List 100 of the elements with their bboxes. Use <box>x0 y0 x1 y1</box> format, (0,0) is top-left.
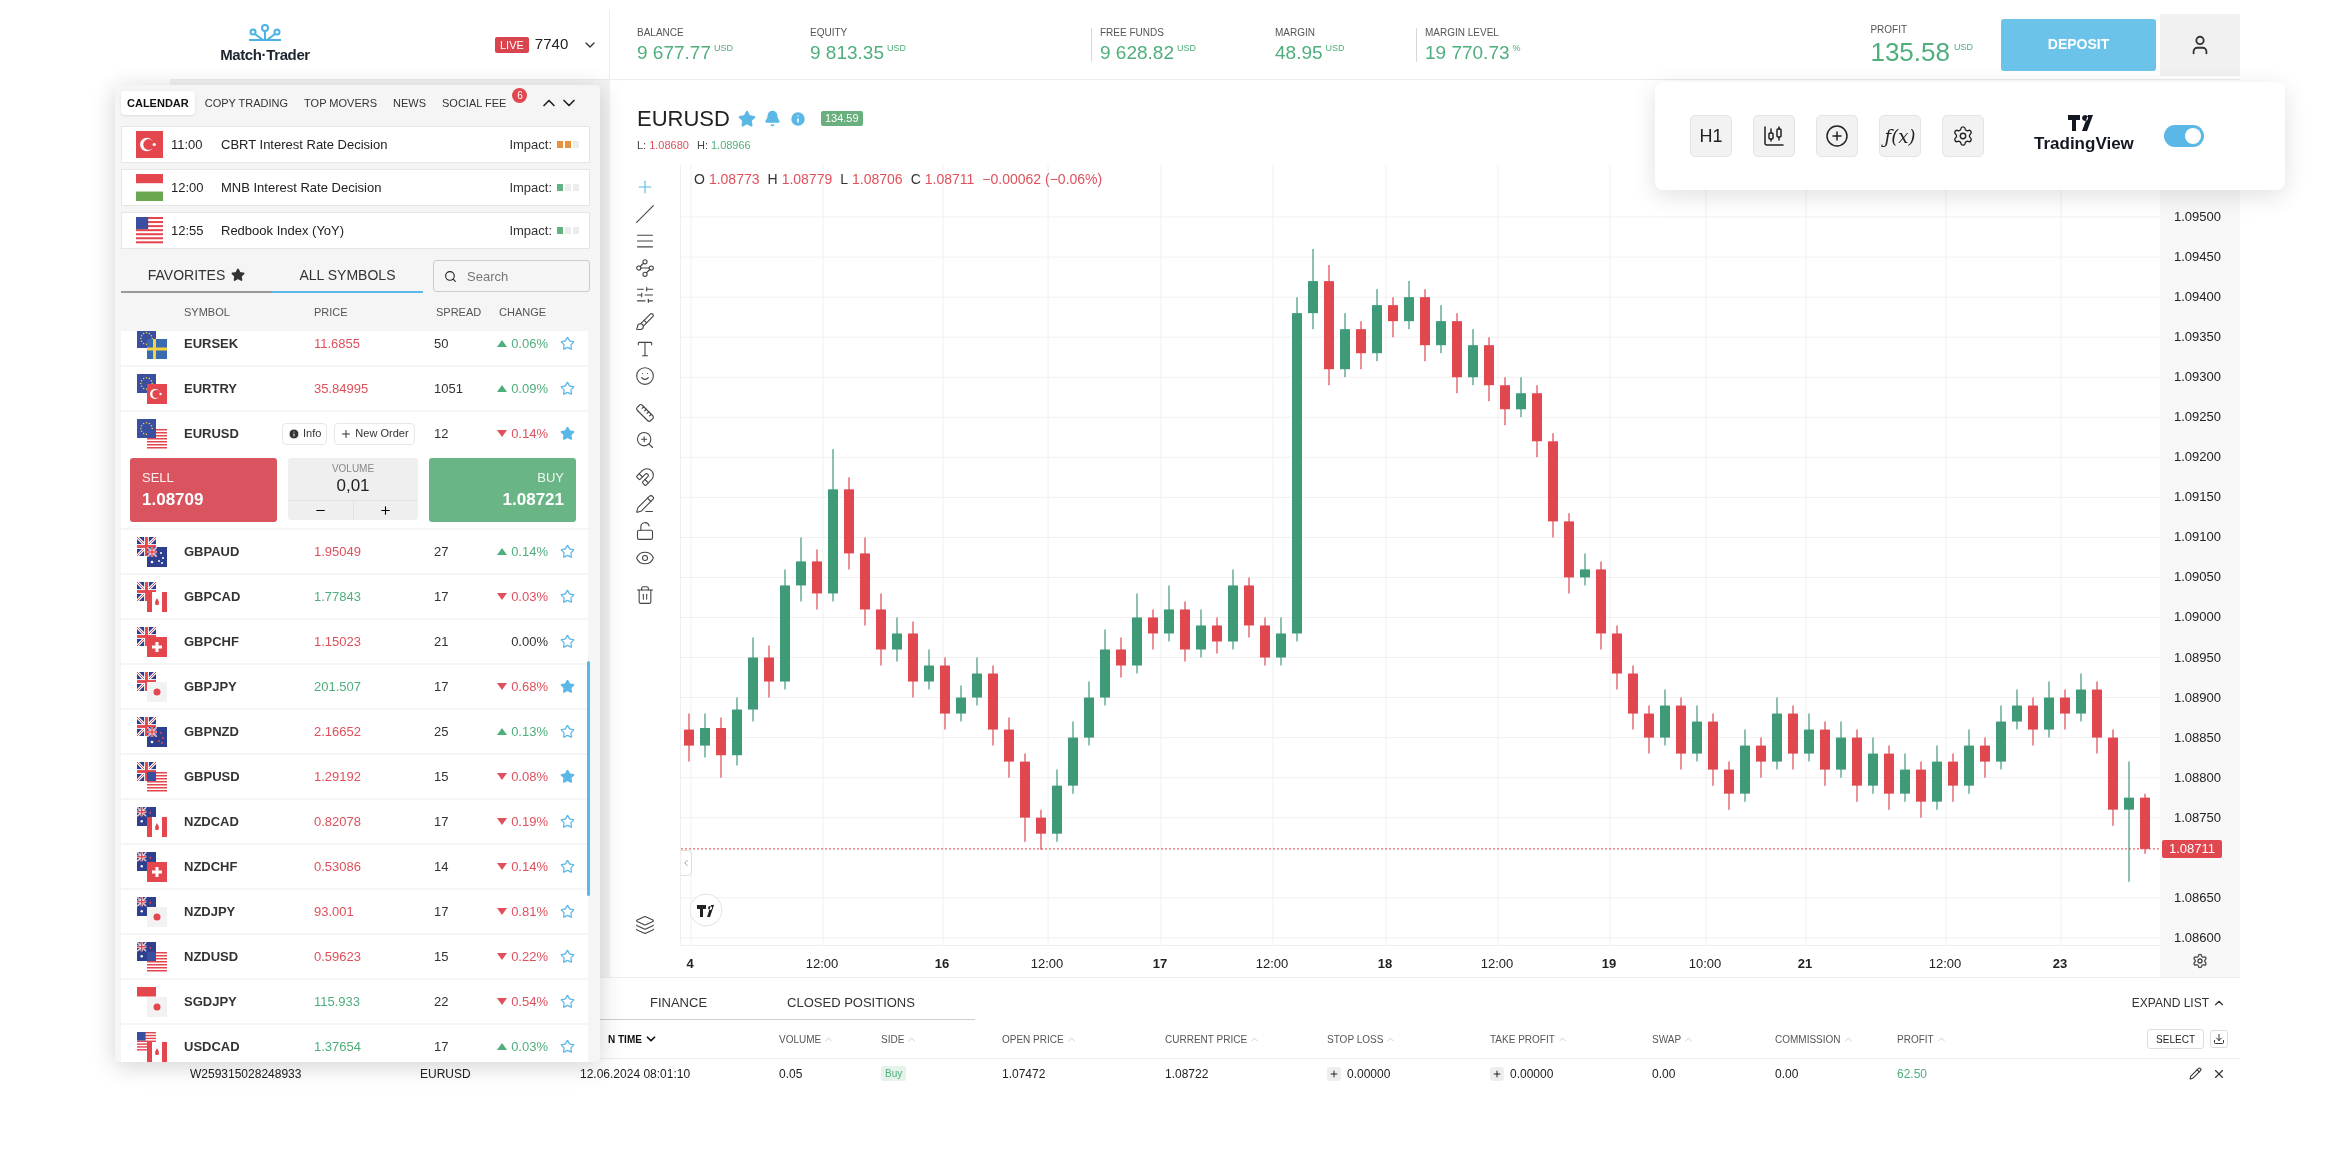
column-header[interactable]: SIDE <box>881 1031 905 1047</box>
symbol-row[interactable]: EURUSD Info New Order 12 0.14% SELL 1.08709 VOLUME 0,01 BUY 1.08721 <box>121 412 588 528</box>
symbol-spread: 17 <box>434 812 450 831</box>
lock-icon[interactable] <box>635 520 655 541</box>
ruler-icon[interactable] <box>635 402 655 423</box>
panel-tab[interactable]: SOCIAL FEE <box>436 91 513 115</box>
trash-icon[interactable] <box>635 584 655 605</box>
candle <box>1516 376 1526 418</box>
download-icon[interactable] <box>2210 1030 2228 1048</box>
symbol-row[interactable]: GBPCAD 1.77843 17 0.03% <box>121 575 588 618</box>
smiley-icon[interactable] <box>635 365 655 386</box>
brush-icon[interactable] <box>635 311 655 332</box>
symbol-row[interactable]: EURSEK 11.6855 50 0.06% <box>121 331 588 365</box>
star-icon[interactable] <box>737 109 756 128</box>
symbol-row[interactable]: NZDUSD 0.59623 15 0.22% <box>121 935 588 978</box>
magnet-icon[interactable] <box>635 466 655 487</box>
calendar-event[interactable]: 12:00 MNB Interest Rate Decision Impact: <box>121 169 590 206</box>
column-header[interactable]: TAKE PROFIT <box>1490 1031 1555 1047</box>
add-indicator-button[interactable] <box>1816 115 1858 157</box>
candle <box>972 656 982 707</box>
column-header[interactable]: COMMISSION <box>1775 1031 1841 1047</box>
position-time: 12.06.2024 08:01:10 <box>580 1065 692 1083</box>
candles-button[interactable] <box>1753 115 1795 157</box>
column-header[interactable]: N TIME <box>608 1031 642 1047</box>
favorite-star-icon[interactable] <box>560 336 575 351</box>
column-header: SYMBOL <box>184 304 231 320</box>
select-button[interactable]: SELECT <box>2147 1029 2204 1049</box>
sliders-icon[interactable] <box>635 284 655 305</box>
symbol-row[interactable]: GBPJPY 201.507 17 0.68% <box>121 665 588 708</box>
pencil-icon[interactable] <box>635 493 655 514</box>
candle <box>2028 696 2038 747</box>
column-header[interactable]: STOP LOSS <box>1327 1031 1384 1047</box>
edit-icon[interactable] <box>2189 1066 2202 1080</box>
panel-tab[interactable]: TOP MOVERS <box>298 91 384 115</box>
expand-list-button[interactable]: EXPAND LIST <box>2131 994 2226 1012</box>
new-order-button[interactable]: New Order <box>334 422 415 445</box>
time-tick: 12:00 <box>1255 955 1289 973</box>
panel-tab[interactable]: COPY TRADING <box>198 91 295 115</box>
time-tick: 4 <box>686 955 694 973</box>
favorite-star-icon[interactable] <box>560 949 575 964</box>
symbol-row[interactable]: EURTRY 35.84995 1051 0.09% <box>121 367 588 410</box>
layers-icon[interactable] <box>635 915 655 935</box>
favorite-star-icon[interactable] <box>560 544 575 559</box>
symbol-row[interactable]: SGDJPY 115.933 22 0.54% <box>121 980 588 1023</box>
favorite-star-icon[interactable] <box>560 724 575 739</box>
timeframe-button[interactable]: H1 <box>1690 115 1732 157</box>
calendar-event[interactable]: 12:55 Redbook Index (YoY) Impact: <box>121 212 590 249</box>
favorite-star-icon[interactable] <box>560 426 575 441</box>
favorite-star-icon[interactable] <box>560 769 575 784</box>
toggle-switch[interactable] <box>2163 125 2204 147</box>
zoom-in-icon[interactable] <box>635 429 655 450</box>
volume-stepper[interactable]: VOLUME 0,01 <box>288 458 418 520</box>
nodes-icon[interactable] <box>635 257 655 278</box>
favorite-star-icon[interactable] <box>560 381 575 396</box>
symbol-row[interactable]: GBPUSD 1.29192 15 0.08% <box>121 755 588 798</box>
positions-tab[interactable]: CLOSED POSITIONS <box>787 992 915 1013</box>
favorite-star-icon[interactable] <box>560 859 575 874</box>
panel-tab[interactable]: NEWS <box>387 91 433 115</box>
symbol-tab[interactable]: ALL SYMBOLS <box>272 259 423 293</box>
chevron-left-icon[interactable] <box>681 858 691 868</box>
favorite-star-icon[interactable] <box>560 1039 575 1054</box>
plus-icon[interactable] <box>379 504 393 517</box>
line-icon[interactable] <box>635 203 655 224</box>
collapse-handle[interactable] <box>681 850 692 876</box>
symbol-row[interactable]: NZDCHF 0.53086 14 0.14% <box>121 845 588 888</box>
symbol-row[interactable]: GBPAUD 1.95049 27 0.14% <box>121 530 588 573</box>
symbol-tab[interactable]: FAVORITES <box>121 259 272 293</box>
symbol-row[interactable]: NZDJPY 93.001 17 0.81% <box>121 890 588 933</box>
flag-icon <box>137 671 167 702</box>
positions-tab[interactable]: FINANCE <box>650 992 708 1013</box>
favorite-star-icon[interactable] <box>560 634 575 649</box>
calendar-event[interactable]: 11:00 CBRT Interest Rate Decision Impact: <box>121 126 590 163</box>
function-button[interactable]: ƒ(x) <box>1879 115 1921 157</box>
column-header[interactable]: CURRENT PRICE <box>1165 1031 1248 1047</box>
symbol-name: GBPUSD <box>184 767 241 786</box>
favorite-star-icon[interactable] <box>560 814 575 829</box>
column-header[interactable]: PROFIT <box>1897 1031 1934 1047</box>
info-button[interactable]: Info <box>282 422 328 445</box>
favorite-star-icon[interactable] <box>560 679 575 694</box>
favorite-star-icon[interactable] <box>560 904 575 919</box>
panel-tab[interactable]: CALENDAR <box>121 91 195 115</box>
time-tick: 19 <box>1601 955 1617 973</box>
column-header[interactable]: OPEN PRICE <box>1002 1031 1064 1047</box>
info-icon[interactable] <box>788 109 807 128</box>
sell-button[interactable]: SELL 1.08709 <box>130 458 277 522</box>
settings-icon[interactable] <box>2192 953 2208 969</box>
stat-label: MARGIN <box>1275 26 1316 40</box>
symbol-row[interactable]: GBPNZD 2.16652 25 0.13% <box>121 710 588 753</box>
bell-icon[interactable] <box>763 110 781 127</box>
symbol-row[interactable]: NZDCAD 0.82078 17 0.19% <box>121 800 588 843</box>
favorite-star-icon[interactable] <box>560 589 575 604</box>
column-header[interactable]: VOLUME <box>779 1031 822 1047</box>
candle <box>764 644 774 699</box>
search-field[interactable]: Search <box>433 260 590 292</box>
favorite-star-icon[interactable] <box>560 994 575 1009</box>
column-header[interactable]: SWAP <box>1652 1031 1682 1047</box>
settings-button[interactable] <box>1942 115 1984 157</box>
symbol-row[interactable]: GBPCHF 1.15023 21 0.00% <box>121 620 588 663</box>
scrollbar[interactable] <box>587 661 590 896</box>
symbol-row[interactable]: USDCAD 1.37654 17 0.03% <box>121 1025 588 1062</box>
